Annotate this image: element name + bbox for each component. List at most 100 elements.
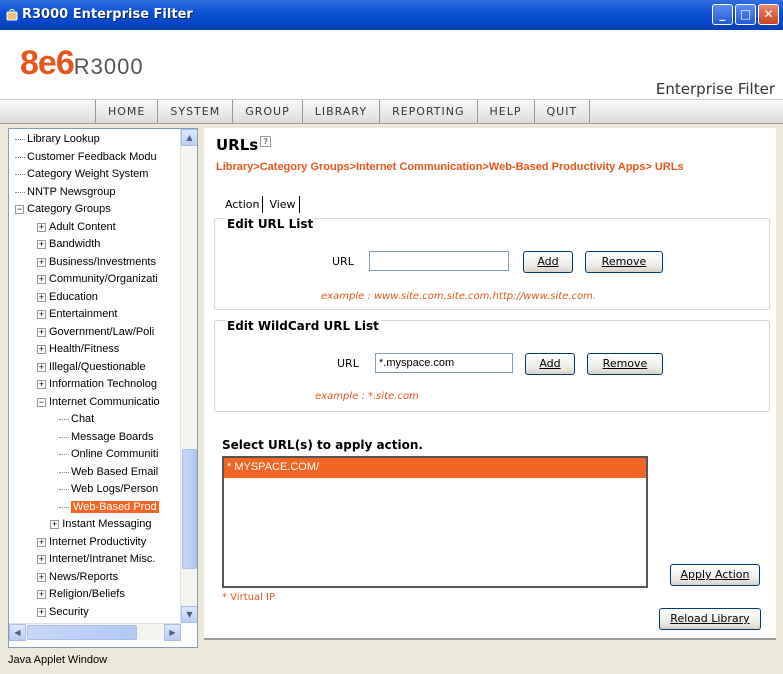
tree-item[interactable]: + Community/Organizati [37, 271, 158, 288]
expand-icon[interactable]: + [37, 607, 46, 617]
reload-library-button[interactable]: Reload Library [659, 608, 761, 630]
tree-item-label: Message Boards [71, 430, 154, 443]
tree-horizontal-scrollbar[interactable]: ◀ ▶ [9, 623, 181, 641]
remove-wildcard-button[interactable]: Remove [587, 353, 663, 375]
tree-item[interactable]: Customer Feedback Modu [15, 149, 157, 166]
menu-quit[interactable]: QUIT [535, 100, 591, 124]
apply-action-button[interactable]: Apply Action [670, 564, 760, 586]
tree-item[interactable]: − Internet Communicatio [37, 394, 160, 411]
tab-action[interactable]: Action [222, 196, 264, 213]
menu-home[interactable]: HOME [95, 100, 159, 124]
tree-connector [15, 174, 25, 175]
wildcard-url-input[interactable] [375, 353, 513, 373]
collapse-icon[interactable]: − [37, 397, 46, 407]
wildcard-example-text: example : *.site.com [315, 391, 419, 402]
tree-item[interactable]: + Internet Productivity [37, 534, 146, 551]
menu-group[interactable]: GROUP [233, 100, 303, 124]
expand-icon[interactable]: + [37, 380, 46, 389]
select-urls-title: Select URL(s) to apply action. [222, 438, 423, 452]
tree-item[interactable]: + Bandwidth [37, 236, 100, 253]
tree-item-label: Illegal/Questionable [49, 360, 146, 373]
expand-icon[interactable]: + [37, 327, 46, 337]
add-wildcard-button[interactable]: Add [525, 353, 575, 375]
tree-item[interactable]: + Business/Investments [37, 254, 156, 271]
remove-url-button[interactable]: Remove [585, 251, 663, 273]
help-icon[interactable]: ? [260, 136, 272, 147]
tree-item[interactable]: Online Communiti [59, 446, 158, 463]
url-list[interactable]: * MYSPACE.COM/ [222, 456, 648, 588]
status-bar: Java Applet Window [8, 654, 108, 666]
tree-item[interactable]: + Information Technolog [37, 376, 157, 393]
tree-item[interactable]: + Instant Messaging [50, 516, 151, 533]
tree-item[interactable]: − Category Groups [15, 201, 111, 218]
tree-item-label: Internet Productivity [49, 535, 147, 548]
tree-item[interactable]: Web Based Email [59, 464, 158, 481]
expand-icon[interactable]: + [37, 240, 46, 249]
tree-item[interactable]: Web-Based Prod [59, 499, 159, 516]
tree-connector [59, 489, 69, 490]
scroll-down-button[interactable]: ▼ [181, 606, 197, 623]
url-list-item[interactable]: * MYSPACE.COM/ [224, 458, 646, 478]
collapse-icon[interactable]: − [15, 205, 24, 214]
menu-library[interactable]: LIBRARY [303, 100, 381, 124]
expand-icon[interactable]: + [37, 345, 46, 354]
tree-item[interactable]: + Education [37, 289, 98, 306]
edit-url-title: Edit URL List [225, 217, 316, 231]
expand-icon[interactable]: + [37, 572, 46, 582]
java-app-icon [6, 9, 18, 21]
expand-icon[interactable]: + [37, 555, 46, 564]
menu-reporting[interactable]: REPORTING [380, 100, 478, 124]
tree-item[interactable]: + News/Reports [37, 569, 118, 586]
tree-item-label: Library Lookup [27, 133, 100, 145]
horizontal-scroll-thumb[interactable] [27, 625, 137, 640]
tree-item[interactable]: Library Lookup [15, 131, 100, 148]
tree-item-label: Customer Feedback Modu [27, 150, 157, 163]
tree-item[interactable]: + Adult Content [37, 219, 116, 236]
expand-icon[interactable]: + [37, 310, 46, 319]
tree-item[interactable]: + Health/Fitness [37, 341, 119, 358]
expand-icon[interactable]: + [37, 590, 46, 599]
tree-item[interactable]: NNTP Newsgroup [15, 184, 115, 201]
tree-item-label: NNTP Newsgroup [27, 185, 116, 198]
tree-item[interactable]: + Religion/Beliefs [37, 586, 125, 603]
minimize-button[interactable]: _ [712, 4, 733, 25]
tree-connector [15, 139, 25, 140]
tree-item[interactable]: Message Boards [59, 429, 154, 446]
tree-connector [59, 436, 69, 438]
expand-icon[interactable]: + [37, 275, 46, 284]
tree-item[interactable]: Category Weight System [15, 166, 148, 183]
menu-help[interactable]: HELP [478, 100, 535, 124]
add-url-button[interactable]: Add [523, 251, 573, 273]
tree-item[interactable]: + Illegal/Questionable [37, 359, 146, 376]
scroll-right-button[interactable]: ▶ [164, 624, 181, 641]
tree-connector [15, 156, 25, 158]
tree-item[interactable]: + Entertainment [37, 306, 117, 323]
expand-icon[interactable]: + [50, 520, 60, 529]
tab-view[interactable]: View [266, 196, 300, 213]
scroll-left-button[interactable]: ◀ [9, 624, 26, 641]
expand-icon[interactable]: + [37, 257, 46, 267]
expand-icon[interactable]: + [37, 362, 46, 372]
tree-item[interactable]: Web Logs/Person [59, 481, 158, 498]
tree-item[interactable]: + Security [37, 604, 89, 621]
expand-icon[interactable]: + [37, 222, 46, 232]
tree-vertical-scrollbar[interactable]: ▲ ▼ [180, 129, 197, 623]
tree-connector [59, 506, 69, 508]
tree-item-label: Community/Organizati [49, 273, 158, 285]
scroll-thumb[interactable] [182, 449, 197, 569]
scroll-up-button[interactable]: ▲ [181, 129, 197, 146]
expand-icon[interactable]: + [37, 292, 46, 302]
tree-item[interactable]: Chat [59, 411, 94, 428]
tree-item[interactable]: + Internet/Intranet Misc. [37, 551, 155, 568]
maximize-button[interactable]: □ [735, 4, 756, 25]
expand-icon[interactable]: + [37, 537, 46, 547]
window-title-bar[interactable]: R3000 Enterprise Filter _ □ ✕ [0, 0, 783, 30]
close-button[interactable]: ✕ [758, 4, 779, 25]
menu-system[interactable]: SYSTEM [158, 100, 234, 124]
tree-item-label: Chat [71, 413, 95, 425]
tree-item-label: Instant Messaging [62, 518, 152, 530]
tree-item-label: Category Weight System [27, 168, 149, 180]
tree-item-label: Business/Investments [49, 255, 156, 268]
url-input[interactable] [369, 251, 509, 271]
tree-item[interactable]: + Government/Law/Poli [37, 324, 154, 341]
